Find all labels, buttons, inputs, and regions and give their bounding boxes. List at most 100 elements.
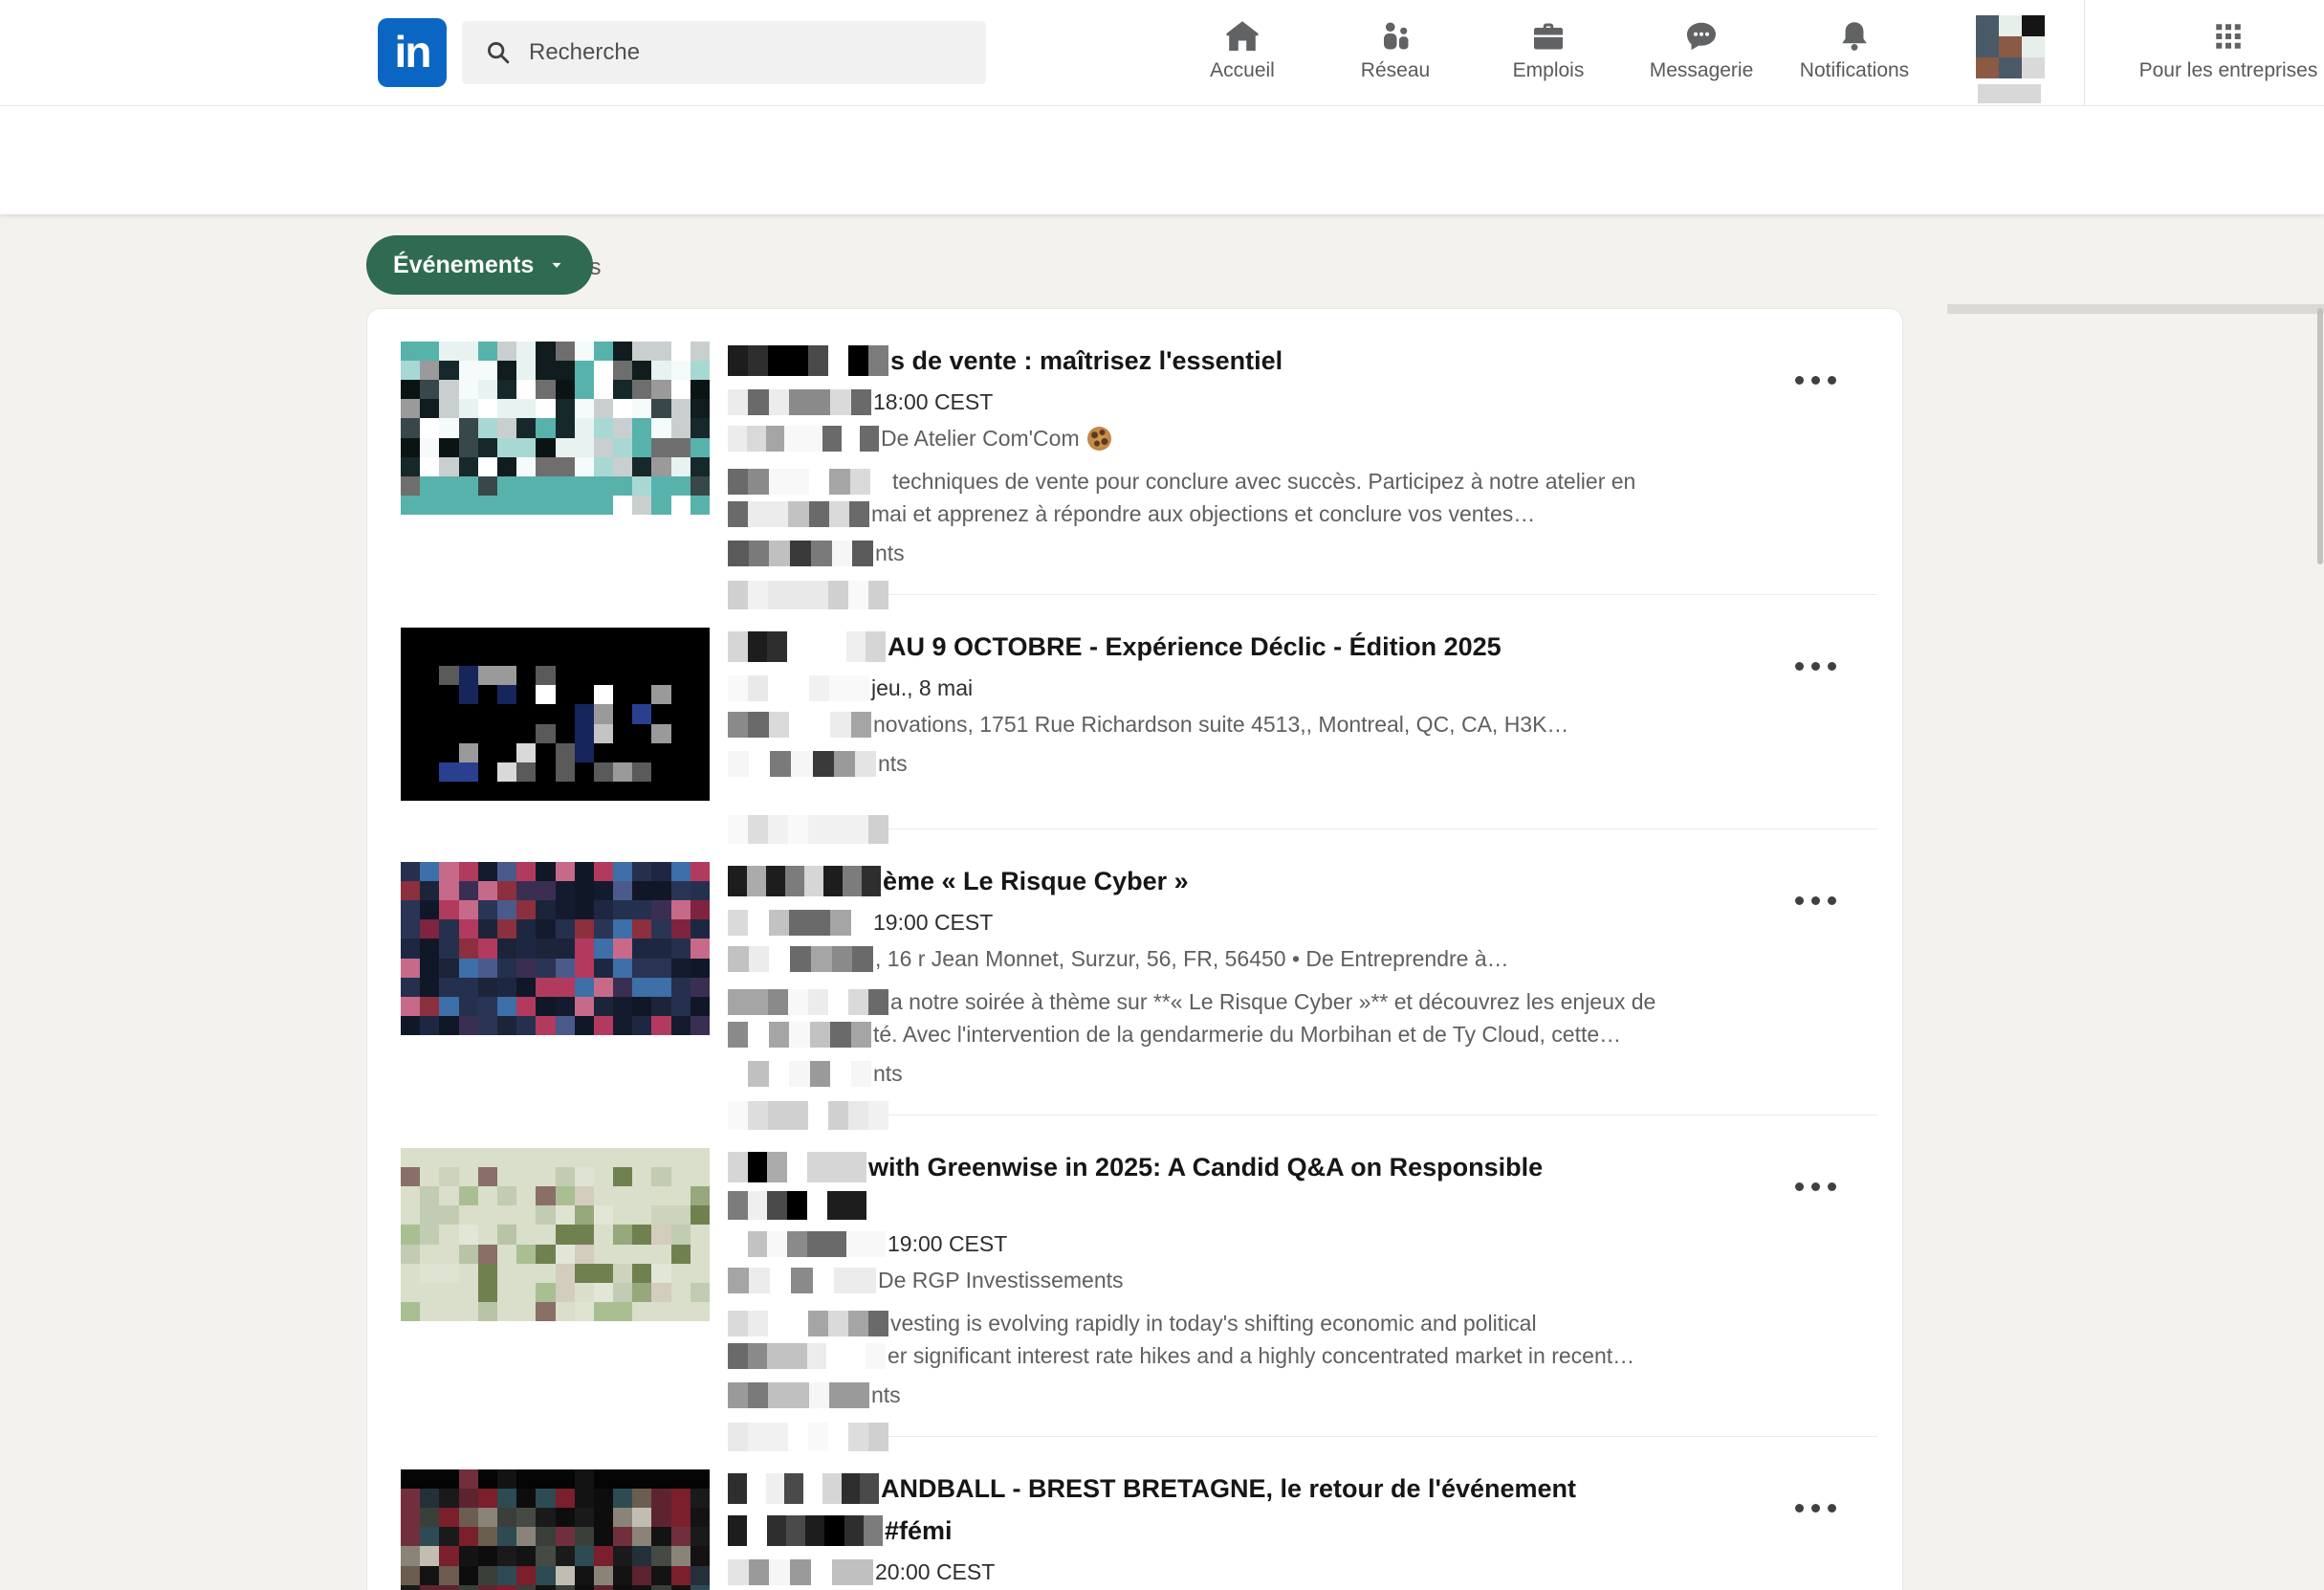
event-thumbnail[interactable]	[401, 1469, 710, 1590]
ellipsis-dot	[1795, 376, 1804, 385]
event-organizer-location: De Atelier Com'Com	[728, 426, 1753, 452]
nav-item-network[interactable]: Réseau	[1319, 0, 1472, 105]
pixelated-text	[728, 989, 888, 1015]
event-datetime: 20:00 CEST	[728, 1559, 1753, 1585]
primary-nav: Accueil Réseau Emplois Messagerie	[1166, 0, 1931, 105]
nav-item-label: Messagerie	[1650, 59, 1754, 82]
event-description-line: er significant interest rate hikes and a…	[728, 1343, 1753, 1369]
pixelated-text	[728, 675, 869, 701]
overflow-menu-button[interactable]	[1789, 891, 1842, 911]
pixelated-strip	[728, 1101, 888, 1130]
profile-avatar[interactable]	[1976, 15, 2045, 78]
pixelated-text	[728, 1191, 866, 1220]
overflow-menu-button[interactable]	[1789, 1498, 1842, 1518]
event-thumbnail[interactable]	[401, 1148, 710, 1321]
event-result-row: s de vente : maîtrisez l'essentiel 18:00 …	[367, 309, 1902, 595]
event-text: 19:00 CEST	[888, 1231, 1007, 1257]
scrollbar-thumb[interactable]	[2317, 308, 2323, 564]
pixelated-text	[728, 1311, 888, 1336]
event-result-row: ANDBALL - BREST BRETAGNE, le retour de l…	[367, 1437, 1902, 1590]
pixelated-text	[728, 426, 879, 452]
event-title-link[interactable]: #fémi	[728, 1515, 1753, 1546]
event-result-row: AU 9 OCTOBRE - Expérience Déclic - Éditi…	[367, 595, 1902, 829]
pixelated-text	[728, 631, 886, 662]
pixelated-text	[728, 1268, 876, 1293]
event-content: ème « Le Risque Cyber »19:00 CEST, 16 r …	[728, 862, 1753, 1087]
event-thumbnail[interactable]	[401, 862, 710, 1035]
nav-item-home[interactable]: Accueil	[1166, 0, 1319, 105]
home-icon	[1225, 19, 1260, 54]
nav-item-label: Réseau	[1361, 59, 1430, 82]
search-results-card: s de vente : maîtrisez l'essentiel 18:00 …	[366, 308, 1903, 1590]
event-title-link[interactable]: with Greenwise in 2025: A Candid Q&A on …	[728, 1152, 1753, 1182]
event-text: AU 9 OCTOBRE - Expérience Déclic - Éditi…	[888, 632, 1502, 662]
event-text: vesting is evolving rapidly in today's s…	[890, 1311, 1537, 1336]
event-thumbnail[interactable]	[401, 628, 710, 801]
event-content: with Greenwise in 2025: A Candid Q&A on …	[728, 1148, 1753, 1408]
nav-item-label: Notifications	[1800, 59, 1909, 82]
event-content: ANDBALL - BREST BRETAGNE, le retour de l…	[728, 1469, 1753, 1590]
event-title-link[interactable]: s de vente : maîtrisez l'essentiel	[728, 345, 1753, 376]
for-business-menu[interactable]: Pour les entreprises	[2114, 0, 2324, 105]
event-text: nts	[873, 1061, 903, 1087]
event-text: jeu., 8 mai	[871, 675, 973, 701]
briefcase-icon	[1531, 19, 1566, 54]
ellipsis-dot	[1795, 1182, 1804, 1191]
cookie-emoji-icon	[1087, 427, 1111, 451]
event-title-link[interactable]: ème « Le Risque Cyber »	[728, 866, 1753, 896]
event-content: AU 9 OCTOBRE - Expérience Déclic - Éditi…	[728, 628, 1753, 801]
event-organizer-location: De RGP Investissements	[728, 1268, 1753, 1293]
linkedin-logo[interactable]: in	[378, 18, 447, 87]
pixelated-text	[728, 389, 871, 415]
event-description-line: mai et apprenez à répondre aux objection…	[728, 501, 1753, 527]
overflow-menu-button[interactable]	[1789, 370, 1842, 390]
nav-item-jobs[interactable]: Emplois	[1472, 0, 1625, 105]
pixelated-text	[728, 1473, 879, 1504]
pixelated-strip	[728, 815, 888, 844]
event-text: ANDBALL - BREST BRETAGNE, le retour de l…	[881, 1474, 1576, 1504]
profile-menu-label-pixelated[interactable]	[1978, 84, 2041, 103]
events-filter-dropdown[interactable]: Événements	[366, 235, 593, 295]
event-datetime: 19:00 CEST	[728, 1231, 1753, 1257]
nav-item-messaging[interactable]: Messagerie	[1625, 0, 1778, 105]
event-thumbnail[interactable]	[401, 342, 710, 515]
pixelated-text	[728, 1515, 883, 1546]
event-title-link[interactable]: ANDBALL - BREST BRETAGNE, le retour de l…	[728, 1473, 1753, 1504]
event-title-link[interactable]: AU 9 OCTOBRE - Expérience Déclic - Éditi…	[728, 631, 1753, 662]
pixelated-text	[728, 501, 869, 527]
events-filter-label: Événements	[393, 252, 534, 279]
overflow-menu-button[interactable]	[1789, 656, 1842, 676]
pixelated-text	[728, 1152, 866, 1182]
ellipsis-dot	[1828, 662, 1836, 671]
event-attendees: nts	[728, 751, 1753, 777]
event-text: 20:00 CEST	[875, 1559, 995, 1585]
nav-item-label: Accueil	[1210, 59, 1275, 82]
search-input[interactable]	[527, 38, 942, 67]
pixelated-text	[728, 345, 888, 376]
event-text: 19:00 CEST	[873, 910, 993, 936]
event-description-line: té. Avec l'intervention de la gendarmeri…	[728, 1022, 1753, 1048]
ellipsis-dot	[1795, 1504, 1804, 1513]
ellipsis-dot	[1811, 662, 1820, 671]
pixelated-text	[728, 1022, 871, 1048]
ellipsis-dot	[1811, 1504, 1820, 1513]
nav-item-label: Emplois	[1513, 59, 1585, 82]
event-text: novations, 1751 Rue Richardson suite 451…	[873, 712, 1568, 738]
event-text: ème « Le Risque Cyber »	[883, 867, 1189, 896]
header-divider	[2084, 0, 2085, 105]
ellipsis-dot	[1811, 896, 1820, 905]
pixelated-text	[728, 712, 871, 738]
event-organizer-location: novations, 1751 Rue Richardson suite 451…	[728, 712, 1753, 738]
event-datetime: 18:00 CEST	[728, 389, 1753, 415]
pixelated-text	[728, 1343, 886, 1369]
nav-item-notifications[interactable]: Notifications	[1778, 0, 1931, 105]
pixelated-strip	[728, 1423, 888, 1451]
ellipsis-dot	[1828, 896, 1836, 905]
pixelated-text	[728, 866, 881, 896]
event-text: nts	[875, 541, 905, 566]
event-text: with Greenwise in 2025: A Candid Q&A on …	[868, 1153, 1543, 1182]
event-attendees: nts	[728, 1382, 1753, 1408]
search-box[interactable]	[462, 21, 986, 84]
pixelated-text	[728, 910, 871, 936]
overflow-menu-button[interactable]	[1789, 1177, 1842, 1197]
